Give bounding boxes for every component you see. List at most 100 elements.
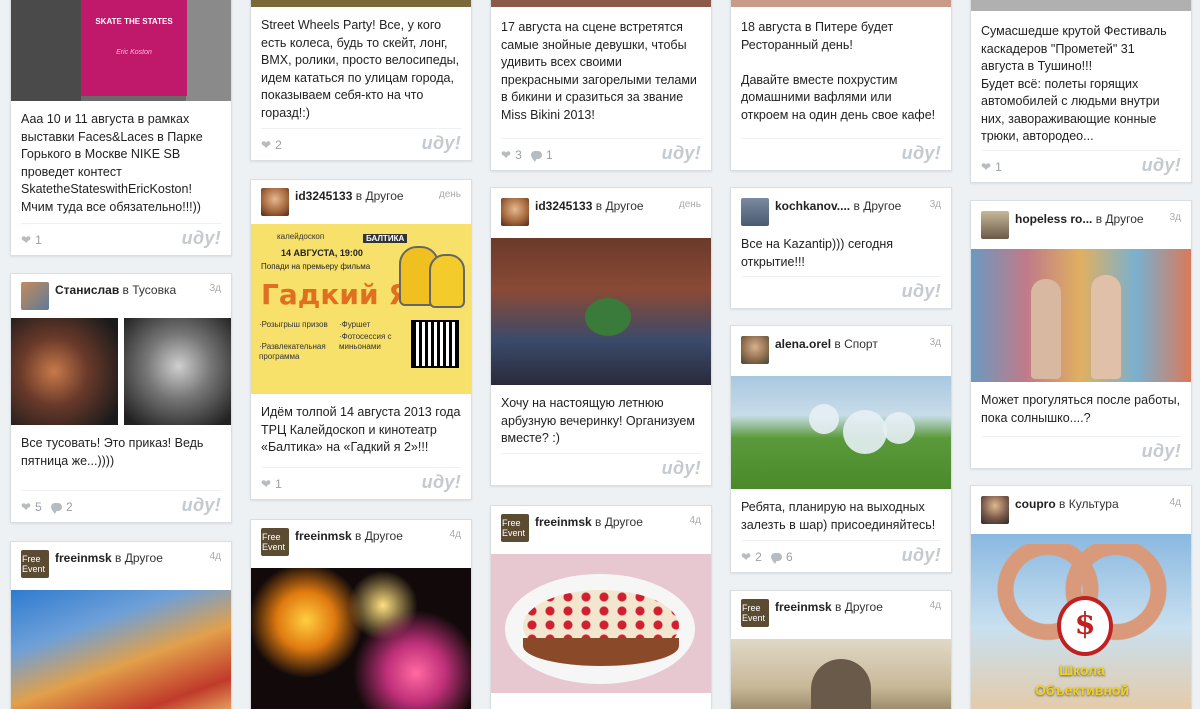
event-text: Хочу на настоящую летнюю арбузную вечери… — [501, 396, 695, 445]
category-link[interactable]: Другое — [365, 529, 403, 543]
event-image[interactable] — [731, 639, 951, 709]
author-name[interactable]: coupro — [1015, 497, 1056, 511]
category-link[interactable]: Спорт — [844, 337, 878, 351]
banner-line-2: Объективной — [1034, 682, 1130, 698]
author-name[interactable]: kochkanov.... — [775, 199, 850, 213]
likes-stat[interactable]: ❤ 1 — [981, 160, 1002, 174]
logo-icon: $ — [1057, 596, 1113, 656]
event-card[interactable]: FreeEvent freeinmsk в Другое 4д Праздник… — [490, 505, 712, 709]
likes-stat[interactable]: ❤ 1 — [261, 477, 282, 491]
event-image[interactable] — [971, 0, 1191, 11]
go-button[interactable]: иду! — [182, 228, 221, 249]
event-image[interactable] — [251, 568, 471, 709]
likes-stat[interactable]: ❤ 3 — [501, 148, 522, 162]
event-image[interactable] — [491, 238, 711, 385]
event-card[interactable]: hopeless ro... в Другое 3д Может прогуля… — [970, 200, 1192, 469]
likes-stat[interactable]: ❤ 1 — [21, 233, 42, 247]
event-image[interactable] — [491, 554, 711, 693]
avatar-text: Event — [742, 613, 766, 623]
likes-count: 5 — [35, 500, 42, 514]
event-text: Ребята, планирую на выходных залезть в ш… — [741, 500, 936, 532]
author-name[interactable]: id3245133 — [535, 199, 592, 213]
post-time: 4д — [209, 551, 221, 562]
event-card[interactable]: SKATE THE STATES Eric Koston Ааа 10 и 11… — [10, 0, 232, 256]
go-button[interactable]: иду! — [422, 472, 461, 493]
likes-stat[interactable]: ❤ 5 — [21, 500, 42, 514]
avatar[interactable] — [741, 336, 769, 364]
go-button[interactable]: иду! — [662, 458, 701, 479]
likes-count: 1 — [275, 477, 282, 491]
comments-stat[interactable]: 6 — [771, 550, 793, 564]
avatar[interactable] — [981, 496, 1009, 524]
likes-stat[interactable]: ❤ 2 — [741, 550, 762, 564]
likes-stat[interactable]: ❤ 2 — [261, 138, 282, 152]
event-card[interactable]: id3245133 в Другое день калейдоскоп БАЛТ… — [250, 179, 472, 500]
go-button[interactable]: иду! — [902, 143, 941, 164]
event-card[interactable]: coupro в Культура 4д $ Школа Объективной — [970, 485, 1192, 709]
comments-stat[interactable]: 1 — [531, 148, 553, 162]
go-button[interactable]: иду! — [662, 143, 701, 164]
event-image[interactable] — [491, 0, 711, 7]
category-link[interactable]: Другое — [125, 551, 163, 565]
poster-invite: Попади на премьеру фильма — [261, 262, 371, 271]
category-link[interactable]: Тусовка — [132, 283, 176, 297]
heart-icon: ❤ — [21, 233, 32, 247]
category-link[interactable]: Другое — [863, 199, 901, 213]
author-name[interactable]: freeinmsk — [775, 600, 832, 614]
post-time: 4д — [929, 600, 941, 611]
avatar[interactable] — [501, 198, 529, 226]
category-link[interactable]: Другое — [605, 515, 643, 529]
avatar[interactable] — [741, 198, 769, 226]
event-card[interactable]: 17 августа на сцене встретятся самые зно… — [490, 0, 712, 171]
go-button[interactable]: иду! — [1142, 441, 1181, 462]
avatar[interactable] — [981, 211, 1009, 239]
avatar[interactable] — [21, 282, 49, 310]
category-link[interactable]: Другое — [845, 600, 883, 614]
event-card[interactable]: Сумасшедше крутой Фестиваль каскадеров "… — [970, 0, 1192, 183]
event-image[interactable] — [11, 590, 231, 709]
author-name[interactable]: freeinmsk — [55, 551, 112, 565]
go-button[interactable]: иду! — [1142, 155, 1181, 176]
comments-stat[interactable]: 2 — [51, 500, 73, 514]
event-card[interactable]: Free Event freeinmsk в Другое 4д — [250, 519, 472, 709]
go-button[interactable]: иду! — [902, 281, 941, 302]
author-name[interactable]: freeinmsk — [535, 515, 592, 529]
event-card[interactable]: Станислав в Тусовка 3д Все тусовать! Это… — [10, 273, 232, 523]
avatar[interactable]: Free Event — [501, 514, 529, 542]
category-link[interactable]: Другое — [1105, 212, 1143, 226]
avatar-text: Event — [502, 528, 526, 538]
author-name[interactable]: freeinmsk — [295, 529, 352, 543]
category-link[interactable]: Культура — [1069, 497, 1119, 511]
event-poster[interactable]: калейдоскоп БАЛТИКА 14 АВГУСТА, 19:00 По… — [251, 224, 471, 394]
event-text: Ааа 10 и 11 августа в рамках выставки Fa… — [21, 112, 203, 214]
author-name[interactable]: hopeless ro... — [1015, 212, 1092, 226]
avatar[interactable]: Free Event — [21, 550, 49, 578]
go-button[interactable]: иду! — [902, 545, 941, 566]
event-card[interactable]: 18 августа в Питере будет Ресторанный де… — [730, 0, 952, 171]
avatar[interactable] — [261, 188, 289, 216]
post-time: 4д — [689, 515, 701, 526]
event-card[interactable]: kochkanov.... в Другое 3д Все на Kazanti… — [730, 187, 952, 309]
event-image[interactable] — [971, 249, 1191, 382]
avatar[interactable]: Free Event — [261, 528, 289, 556]
event-image[interactable] — [731, 376, 951, 489]
event-card[interactable]: Street Wheels Party! Все, у кого есть ко… — [250, 0, 472, 161]
event-card[interactable]: Free Event freeinmsk в Другое 4д — [10, 541, 232, 709]
avatar[interactable]: Free Event — [741, 599, 769, 627]
category-link[interactable]: Другое — [365, 189, 403, 203]
event-image[interactable] — [731, 0, 951, 7]
event-card[interactable]: id3245133 в Другое день Хочу на настоящу… — [490, 187, 712, 486]
event-card[interactable]: Free Event freeinmsk в Другое 4д — [730, 590, 952, 709]
author-name[interactable]: alena.orel — [775, 337, 831, 351]
event-image[interactable]: $ Школа Объективной — [971, 534, 1191, 709]
go-button[interactable]: иду! — [182, 495, 221, 516]
author-name[interactable]: id3245133 — [295, 189, 352, 203]
author-name[interactable]: Станислав — [55, 283, 119, 297]
event-image[interactable] — [11, 318, 231, 425]
go-button[interactable]: иду! — [422, 133, 461, 154]
event-image[interactable]: SKATE THE STATES Eric Koston — [11, 0, 231, 101]
likes-count: 2 — [275, 138, 282, 152]
event-card[interactable]: alena.orel в Спорт 3д Ребята, планирую н… — [730, 325, 952, 573]
category-link[interactable]: Другое — [605, 199, 643, 213]
event-image[interactable] — [251, 0, 471, 7]
